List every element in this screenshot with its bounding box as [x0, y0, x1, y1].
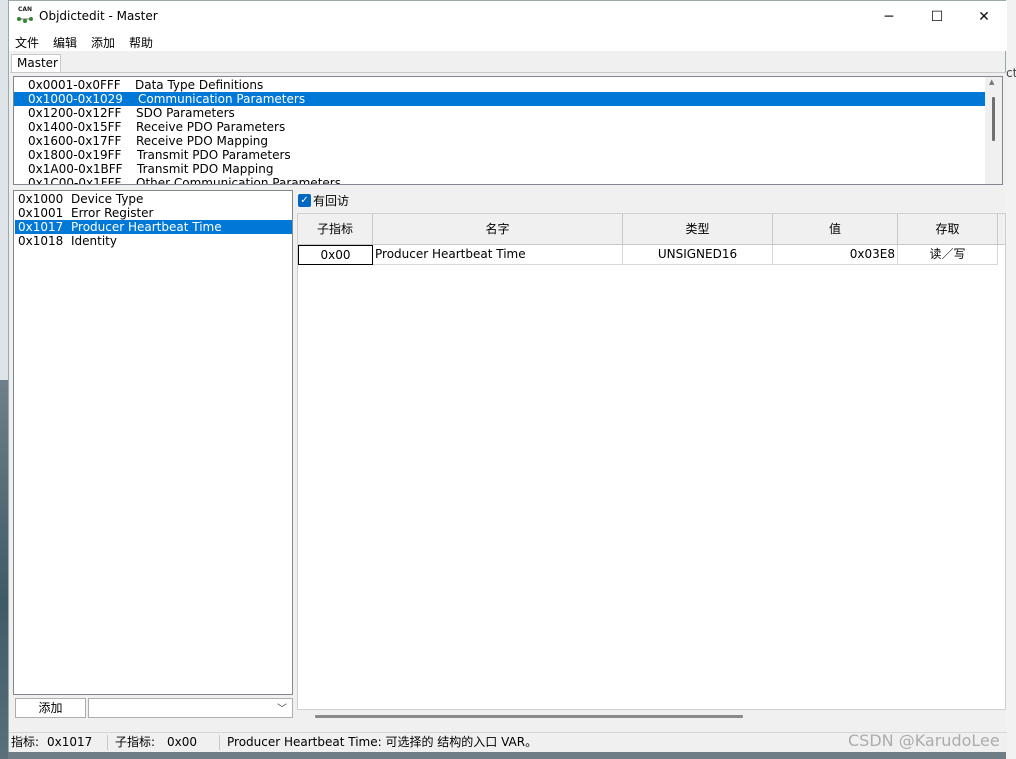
desktop-backdrop-left [0, 0, 8, 759]
range-code: 0x1A00-0x1BFF [28, 162, 123, 176]
range-name: Data Type Definitions [135, 78, 264, 92]
index-name: Error Register [71, 206, 154, 220]
range-list-scrollbar[interactable]: ▲ [985, 77, 1002, 184]
index-name: Device Type [71, 192, 144, 206]
column-header-name[interactable]: 名字 [373, 214, 623, 245]
network-dots-icon [17, 17, 33, 23]
range-row[interactable]: 0x1C00-0x1FFF Other Communication Parame… [14, 176, 986, 185]
column-header-access[interactable]: 存取 [898, 214, 998, 245]
app-icon-text: CAN [18, 6, 33, 13]
menu-bar: 文件 编辑 添加 帮助 [9, 33, 1007, 51]
index-name: Identity [71, 234, 117, 248]
range-name: Communication Parameters [138, 92, 306, 106]
status-subindex-value: 0x00 [167, 735, 198, 749]
index-code: 0x1000 [18, 192, 64, 206]
menu-edit[interactable]: 编辑 [53, 34, 77, 51]
index-row[interactable]: 0x1000 Device Type [15, 192, 292, 206]
index-list[interactable]: 0x1000 Device Type 0x1001 Error Register… [13, 190, 293, 695]
column-header-filler [998, 214, 1005, 245]
add-type-select[interactable]: ﹀ [88, 698, 293, 718]
menu-file[interactable]: 文件 [15, 34, 39, 51]
table-row[interactable]: 0x00 Producer Heartbeat Time UNSIGNED16 … [298, 245, 1005, 265]
range-code: 0x1000-0x1029 [28, 92, 123, 106]
minimize-icon: ─ [884, 9, 894, 25]
range-code: 0x1C00-0x1FFF [28, 176, 122, 185]
maximize-button[interactable]: ☐ [914, 1, 960, 33]
range-row-selected[interactable]: 0x1000-0x1029 Communication Parameters [14, 92, 986, 106]
range-code: 0x1400-0x15FF [28, 120, 122, 134]
menu-add[interactable]: 添加 [91, 34, 115, 51]
column-header-value[interactable]: 值 [773, 214, 898, 245]
range-name: Transmit PDO Parameters [137, 148, 291, 162]
status-index-label: 指标: [11, 735, 40, 749]
range-code: 0x1200-0x12FF [28, 106, 122, 120]
index-row-selected[interactable]: 0x1017 Producer Heartbeat Time [15, 220, 292, 234]
maximize-icon: ☐ [930, 9, 944, 25]
status-subindex-label: 子指标: [115, 735, 156, 749]
cell-type[interactable]: UNSIGNED16 [623, 245, 773, 265]
range-row[interactable]: 0x1200-0x12FF SDO Parameters [14, 106, 986, 120]
status-divider [219, 735, 220, 750]
status-divider [107, 735, 108, 750]
range-name: Transmit PDO Mapping [137, 162, 274, 176]
range-name: SDO Parameters [136, 106, 235, 120]
scroll-up-icon[interactable]: ▲ [989, 78, 994, 86]
can-app-icon: CAN [16, 6, 34, 26]
column-header-subindex[interactable]: 子指标 [298, 214, 373, 245]
range-row[interactable]: 0x1600-0x17FF Receive PDO Mapping [14, 134, 986, 148]
range-code: 0x0001-0x0FFF [28, 78, 121, 92]
index-name: Producer Heartbeat Time [71, 220, 222, 234]
range-code: 0x1600-0x17FF [28, 134, 122, 148]
minimize-button[interactable]: ─ [866, 1, 912, 33]
window-title: Objdictedit - Master [39, 9, 158, 23]
cell-subindex[interactable]: 0x00 [298, 245, 373, 265]
cell-value[interactable]: 0x03E8 [773, 245, 898, 265]
cell-name[interactable]: Producer Heartbeat Time [373, 245, 623, 265]
close-button[interactable]: ✕ [961, 1, 1007, 33]
index-row[interactable]: 0x1018 Identity [15, 234, 292, 248]
index-range-list[interactable]: 0x0001-0x0FFF Data Type Definitions 0x10… [13, 76, 1003, 185]
index-code: 0x1017 [18, 220, 64, 234]
add-button[interactable]: 添加 [15, 698, 86, 718]
desktop-backdrop-right: ct [1006, 0, 1016, 759]
range-row[interactable]: 0x1800-0x19FF Transmit PDO Parameters [14, 148, 986, 162]
chevron-down-icon[interactable]: ﹀ [277, 700, 287, 715]
column-header-type[interactable]: 类型 [623, 214, 773, 245]
range-code: 0x1800-0x19FF [28, 148, 122, 162]
menu-help[interactable]: 帮助 [129, 34, 153, 51]
index-code: 0x1001 [18, 206, 64, 220]
status-message: Producer Heartbeat Time: 可选择的 结构的入口 VAR。 [227, 735, 538, 749]
app-window: CAN Objdictedit - Master ─ ☐ ✕ 文件 编辑 添加 … [8, 0, 1007, 752]
range-name: Receive PDO Mapping [136, 134, 269, 148]
range-row[interactable]: 0x1400-0x15FF Receive PDO Parameters [14, 120, 986, 134]
index-row[interactable]: 0x1001 Error Register [15, 206, 292, 220]
title-bar[interactable]: CAN Objdictedit - Master ─ ☐ ✕ [9, 1, 1007, 33]
backdrop-text-fragment: ct [1006, 66, 1016, 80]
index-code: 0x1018 [18, 234, 64, 248]
watermark: CSDN @KarudoLee [848, 731, 1000, 750]
checkmark-icon: ✓ [300, 195, 309, 206]
grid-header: 子指标 名字 类型 值 存取 [298, 214, 1005, 245]
callback-checkbox[interactable]: ✓ [298, 194, 311, 207]
range-row[interactable]: 0x0001-0x0FFF Data Type Definitions [14, 78, 986, 92]
range-name: Other Communication Parameters [136, 176, 341, 185]
grid-horizontal-scrollbar[interactable] [315, 715, 743, 718]
subindex-grid[interactable]: 子指标 名字 类型 值 存取 0x00 Producer Heartbeat T… [297, 213, 1006, 710]
status-index-value: 0x1017 [47, 735, 93, 749]
cell-access[interactable]: 读／写 [898, 245, 998, 265]
range-row[interactable]: 0x1A00-0x1BFF Transmit PDO Mapping [14, 162, 986, 176]
range-name: Receive PDO Parameters [136, 120, 286, 134]
tab-master[interactable]: Master [11, 54, 61, 72]
close-icon: ✕ [978, 9, 990, 25]
scrollbar-thumb[interactable] [992, 97, 995, 141]
callback-checkbox-label: 有回访 [313, 194, 350, 208]
